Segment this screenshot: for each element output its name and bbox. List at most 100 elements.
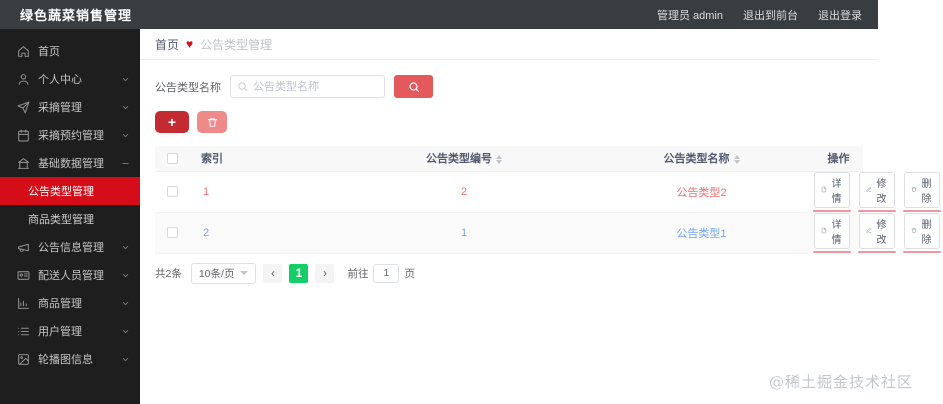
sidebar-item-label: 配送人员管理: [38, 270, 104, 282]
main-content: 首页 ♥ 公告类型管理 公告类型名称 +: [140, 29, 942, 404]
table-toolbar: +: [155, 111, 878, 133]
cell-code[interactable]: 2: [461, 186, 467, 198]
chevron-down-icon: [121, 103, 130, 112]
calendar-icon: [17, 129, 30, 142]
search-icon: [408, 81, 419, 92]
row-checkbox[interactable]: [166, 227, 178, 239]
column-header-name[interactable]: 公告类型名称: [589, 146, 814, 172]
id-card-icon: [17, 269, 30, 282]
chevron-down-icon: [121, 271, 130, 280]
breadcrumb: 首页 ♥ 公告类型管理: [140, 29, 878, 60]
sidebar-item-basic-data[interactable]: 基础数据管理: [0, 149, 140, 177]
table-row: 1 2 公告类型2 详情 修改 删除: [155, 171, 942, 213]
logout-link[interactable]: 退出登录: [818, 7, 862, 23]
sidebar-item-picking-reservation[interactable]: 采摘预约管理: [0, 121, 140, 149]
pagination-total: 共2条: [155, 267, 182, 280]
action-underline: [902, 250, 942, 253]
exit-front-link[interactable]: 退出到前台: [743, 7, 798, 23]
cell-name[interactable]: 公告类型1: [676, 228, 726, 240]
goto-page: 前往 页: [347, 263, 415, 283]
chevron-down-icon: [240, 271, 249, 275]
user-label: 管理员 admin: [656, 9, 723, 22]
page: 绿色蔬菜销售管理 管理员 admin 退出到前台 退出登录 首页 个人中心 采摘…: [0, 0, 943, 404]
cell-code[interactable]: 1: [461, 227, 467, 239]
sidebar-item-home[interactable]: 首页: [0, 37, 140, 65]
table-header-row: 索引 公告类型编号 公告类型名称 操作: [155, 146, 863, 172]
sidebar-item-announcement-type[interactable]: 公告类型管理: [0, 177, 140, 205]
edit-button[interactable]: 修改: [859, 212, 895, 249]
trash-icon: [911, 187, 917, 192]
edit-button[interactable]: 修改: [859, 171, 895, 208]
sidebar-item-product-type[interactable]: 商品类型管理: [0, 205, 140, 233]
page-1-button[interactable]: 1: [289, 263, 309, 283]
image-icon: [17, 353, 30, 366]
pagination: 共2条 10条/页 ‹ 1 › 前往 页: [155, 262, 878, 284]
select-all-checkbox[interactable]: [166, 152, 178, 164]
cell-name[interactable]: 公告类型2: [676, 187, 726, 199]
app-window: 绿色蔬菜销售管理 管理员 admin 退出到前台 退出登录 首页 个人中心 采摘…: [0, 0, 942, 404]
sidebar-item-profile[interactable]: 个人中心: [0, 65, 140, 93]
heart-icon: ♥: [186, 37, 194, 51]
search-button[interactable]: [394, 75, 433, 98]
sidebar-item-users[interactable]: 用户管理: [0, 317, 140, 345]
doc-icon: [821, 227, 827, 234]
search-input[interactable]: [253, 80, 378, 93]
sidebar-item-picking[interactable]: 采摘管理: [0, 93, 140, 121]
next-page-button[interactable]: ›: [315, 263, 335, 283]
page-size-select[interactable]: 10条/页: [190, 262, 257, 284]
sort-icon[interactable]: [733, 154, 740, 164]
sidebar-item-label: 基础数据管理: [38, 158, 104, 170]
table-row: 2 1 公告类型1 详情 修改 删除: [155, 212, 942, 254]
goto-label: 前往: [347, 267, 369, 280]
bank-icon: [17, 157, 30, 170]
sidebar-item-label: 首页: [38, 46, 60, 58]
doc-icon: [821, 186, 827, 193]
column-header-ops: 操作: [814, 146, 863, 172]
watermark-text: @稀土掘金技术社区: [768, 373, 913, 391]
megaphone-icon: [17, 241, 30, 254]
detail-button[interactable]: 详情: [814, 212, 850, 249]
home-icon: [17, 45, 30, 58]
sidebar-item-carousel[interactable]: 轮播图信息: [0, 345, 140, 373]
prev-page-button[interactable]: ‹: [263, 263, 283, 283]
sidebar-item-delivery-staff[interactable]: 配送人员管理: [0, 261, 140, 289]
sidebar-item-products[interactable]: 商品管理: [0, 289, 140, 317]
sidebar-item-label: 公告类型管理: [28, 186, 94, 198]
add-button[interactable]: +: [155, 111, 189, 133]
search-label: 公告类型名称: [155, 81, 221, 94]
search-row: 公告类型名称: [155, 75, 878, 98]
send-icon: [17, 101, 30, 114]
sidebar-item-label: 个人中心: [38, 74, 82, 86]
announcement-type-table: 索引 公告类型编号 公告类型名称 操作 1 2 公告类型2 详情 修改 删除 2…: [155, 146, 942, 254]
detail-button[interactable]: 详情: [814, 171, 850, 208]
chevron-down-icon: [121, 75, 130, 84]
delete-button[interactable]: 删除: [904, 212, 940, 249]
action-underline: [812, 209, 852, 212]
sidebar-item-label: 轮播图信息: [38, 354, 93, 366]
batch-delete-button[interactable]: [197, 111, 227, 133]
cell-index[interactable]: 1: [203, 186, 209, 198]
sidebar-item-announcement-info[interactable]: 公告信息管理: [0, 233, 140, 261]
action-underline: [857, 250, 897, 253]
row-checkbox[interactable]: [166, 186, 178, 198]
sort-icon[interactable]: [496, 154, 502, 164]
chevron-down-icon: [121, 243, 130, 252]
column-header-index: 索引: [189, 146, 339, 172]
column-header-code[interactable]: 公告类型编号: [339, 146, 589, 172]
breadcrumb-home[interactable]: 首页: [155, 36, 179, 53]
search-input-wrap: [230, 75, 385, 98]
sidebar-item-label: 采摘预约管理: [38, 130, 104, 142]
user-icon: [17, 73, 30, 86]
sidebar: 首页 个人中心 采摘管理 采摘预约管理 基础数据管理 公告类型管理 商品类型管理…: [0, 29, 140, 404]
action-underline: [857, 209, 897, 212]
chevron-down-icon: [121, 299, 130, 308]
search-icon: [238, 82, 248, 92]
top-header-bar: 绿色蔬菜销售管理 管理员 admin 退出到前台 退出登录: [0, 0, 878, 29]
breadcrumb-current: 公告类型管理: [200, 37, 273, 52]
chevron-down-icon: [121, 327, 130, 336]
cell-index[interactable]: 2: [203, 227, 209, 239]
goto-page-input[interactable]: [373, 263, 400, 283]
delete-button[interactable]: 删除: [904, 171, 940, 208]
trash-icon: [207, 117, 217, 127]
app-title: 绿色蔬菜销售管理: [20, 8, 133, 23]
